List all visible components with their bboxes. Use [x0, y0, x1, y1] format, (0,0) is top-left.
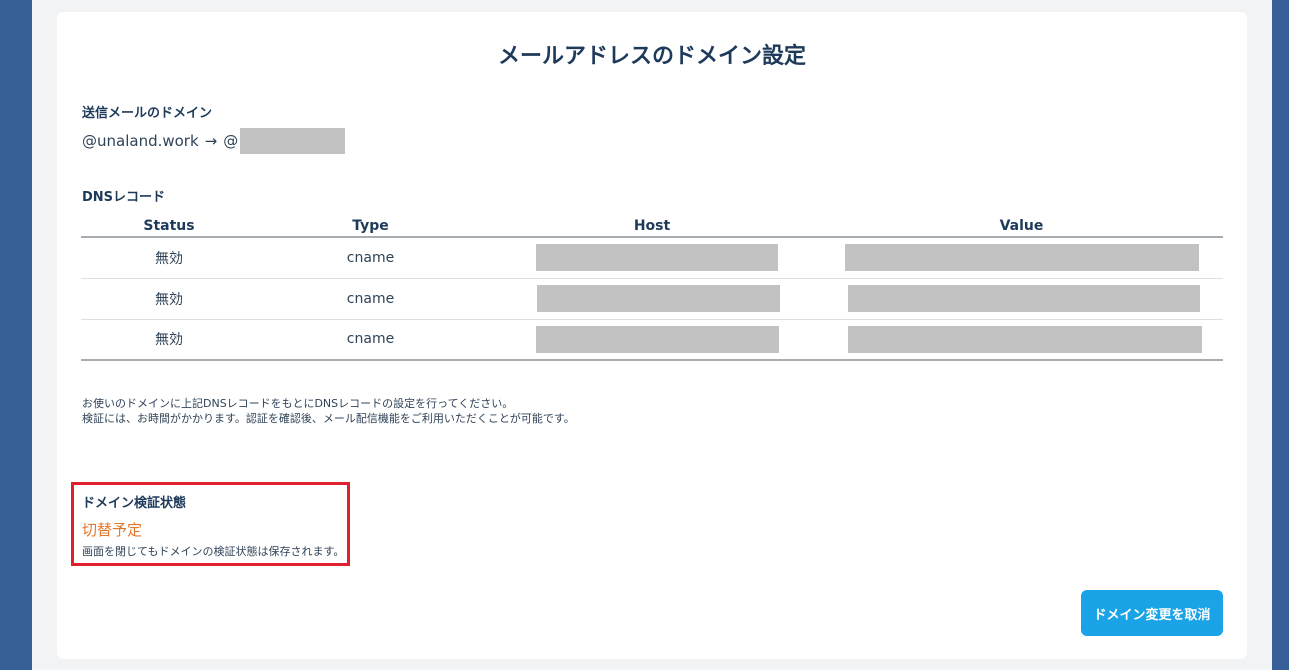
record-host: [484, 278, 820, 320]
cancel-domain-change-button[interactable]: ドメイン変更を取消: [1081, 590, 1223, 636]
table-header-row: Status Type Host Value: [81, 215, 1223, 238]
instruction-line: お使いのドメインに上記DNSレコードをもとにDNSレコードの設定を行ってください…: [82, 397, 514, 410]
record-type: cname: [257, 319, 484, 361]
redacted-new-domain: [240, 128, 346, 154]
table-row: 無効 cname: [81, 319, 1223, 361]
redacted-value: [848, 325, 1202, 353]
dns-records-label: DNSレコード: [82, 190, 166, 205]
record-status: 無効: [81, 319, 257, 361]
redacted-host: [536, 285, 780, 312]
new-domain-prefix: @: [223, 132, 239, 150]
domain-settings-card: メールアドレスのドメイン設定 送信メールのドメイン @unaland.work …: [57, 12, 1247, 659]
verification-status-highlight: ドメイン検証状態 切替予定 画面を閉じてもドメインの検証状態は保存されます。: [71, 482, 350, 566]
verification-status-note: 画面を閉じてもドメインの検証状態は保存されます。: [82, 545, 345, 558]
record-status: 無効: [81, 237, 257, 279]
redacted-value: [847, 285, 1200, 312]
record-host: [484, 237, 820, 279]
redacted-host: [536, 325, 779, 353]
table-row: 無効 cname: [81, 278, 1223, 320]
column-header-status: Status: [81, 215, 257, 238]
record-value: [820, 237, 1223, 279]
sender-domain-label: 送信メールのドメイン: [82, 106, 213, 121]
current-domain: @unaland.work: [82, 132, 199, 150]
record-status: 無効: [81, 278, 257, 320]
record-host: [484, 319, 820, 361]
redacted-host: [536, 244, 778, 272]
record-type: cname: [257, 237, 484, 279]
sender-domain-row: @unaland.work → @: [82, 128, 346, 154]
column-header-value: Value: [820, 215, 1223, 238]
content-area: メールアドレスのドメイン設定 送信メールのドメイン @unaland.work …: [32, 0, 1272, 670]
column-header-host: Host: [484, 215, 820, 238]
verification-status-value: 切替予定: [82, 521, 143, 539]
dns-records-table: Status Type Host Value 無効 cname 無効 cname: [81, 215, 1223, 361]
record-type: cname: [257, 278, 484, 320]
record-value: [820, 278, 1223, 320]
table-row: 無効 cname: [81, 237, 1223, 279]
dns-instructions: お使いのドメインに上記DNSレコードをもとにDNSレコードの設定を行ってください…: [82, 396, 575, 426]
arrow-icon: →: [204, 132, 218, 150]
page-title: メールアドレスのドメイン設定: [497, 44, 806, 69]
instruction-line: 検証には、お時間がかかります。認証を確認後、メール配信機能をご利用いただくことが…: [82, 412, 575, 425]
redacted-value: [844, 244, 1199, 272]
column-header-type: Type: [257, 215, 484, 238]
record-value: [820, 319, 1223, 361]
verification-status-label: ドメイン検証状態: [82, 496, 187, 511]
